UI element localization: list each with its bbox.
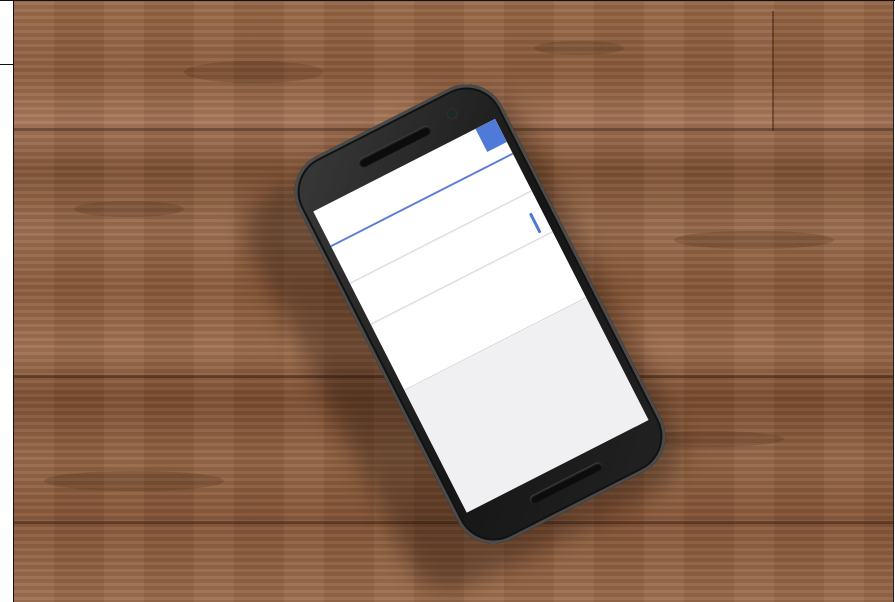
front-camera xyxy=(446,108,458,120)
app-bar-accent-tab[interactable] xyxy=(475,118,507,153)
wood-knot xyxy=(534,41,624,55)
frame-left-tick xyxy=(0,64,14,65)
frame-right-line xyxy=(893,0,894,602)
selection-marker xyxy=(528,212,542,234)
wood-knot xyxy=(674,231,834,249)
plank-joint xyxy=(772,11,774,131)
wood-knot xyxy=(44,471,224,491)
wood-knot xyxy=(184,61,324,83)
wood-surface-photo xyxy=(14,1,893,602)
wood-knot xyxy=(74,201,184,217)
